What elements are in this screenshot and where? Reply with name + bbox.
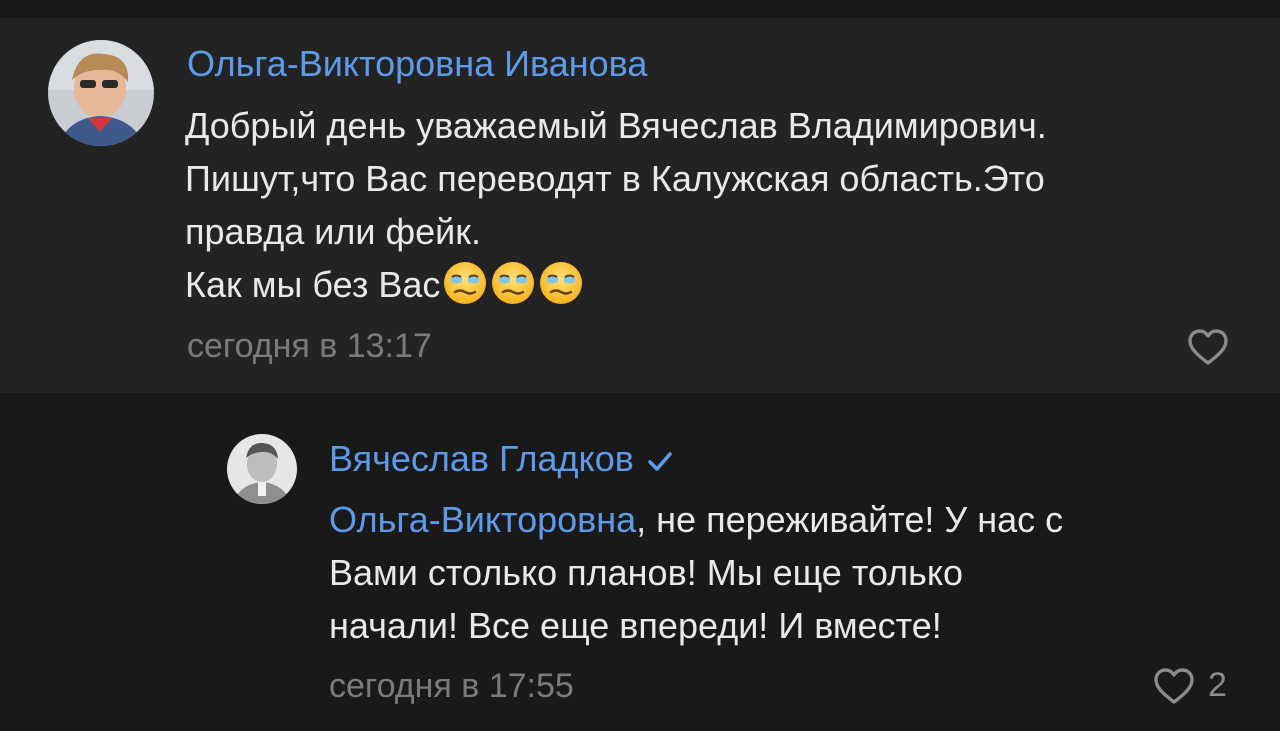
avatar[interactable] <box>48 40 154 146</box>
comment-text-line: Пишут,что Вас переводят в Калужская обла… <box>185 158 1045 199</box>
reply-text-line: начали! Все еще впереди! И вместе! <box>329 605 942 646</box>
reply-item: Вячеслав Гладков Ольга-Викторовна, не пе… <box>0 393 1280 731</box>
reply-author-name[interactable]: Вячеслав Гладков <box>329 439 674 479</box>
reply-text-line: Вами столько планов! Мы еще только <box>329 552 964 593</box>
heart-icon <box>1152 667 1196 705</box>
sad-relieved-face-icon <box>442 260 488 306</box>
comment-text-line: правда или фейк. <box>185 211 482 252</box>
heart-icon <box>1186 328 1230 366</box>
mention-link[interactable]: Ольга-Викторовна <box>329 499 636 540</box>
sad-relieved-face-icon <box>538 260 584 306</box>
comment-text: Добрый день уважаемый Вячеслав Владимиро… <box>185 99 1047 311</box>
reply-text-line: Ольга-Викторовна, не переживайте! У нас … <box>329 493 1063 546</box>
comment-timestamp: сегодня в 13:17 <box>187 327 432 365</box>
sad-relieved-face-icon <box>490 260 536 306</box>
comment-text-fragment: Как мы без Вас <box>185 264 441 305</box>
comment-text-line-last: Как мы без Вас <box>185 258 1047 311</box>
avatar[interactable] <box>227 434 297 504</box>
verified-check-icon <box>646 447 674 475</box>
comment-text-line: Добрый день уважаемый Вячеслав Владимиро… <box>185 105 1047 146</box>
comment-author-name[interactable]: Ольга-Викторовна Иванова <box>187 44 647 84</box>
like-button[interactable] <box>1186 328 1230 366</box>
reply-text-fragment: , не переживайте! У нас с <box>636 499 1064 540</box>
comment-thread: Ольга-Викторовна Иванова Добрый день ува… <box>0 0 1280 731</box>
comment-item: Ольга-Викторовна Иванова Добрый день ува… <box>0 18 1280 393</box>
like-count: 2 <box>1208 666 1227 704</box>
reply-timestamp: сегодня в 17:55 <box>329 667 574 705</box>
reply-author-label: Вячеслав Гладков <box>329 438 634 479</box>
top-divider <box>0 0 1280 18</box>
reply-text: Ольга-Викторовна, не переживайте! У нас … <box>329 493 1063 652</box>
like-button[interactable]: 2 <box>1152 666 1227 705</box>
